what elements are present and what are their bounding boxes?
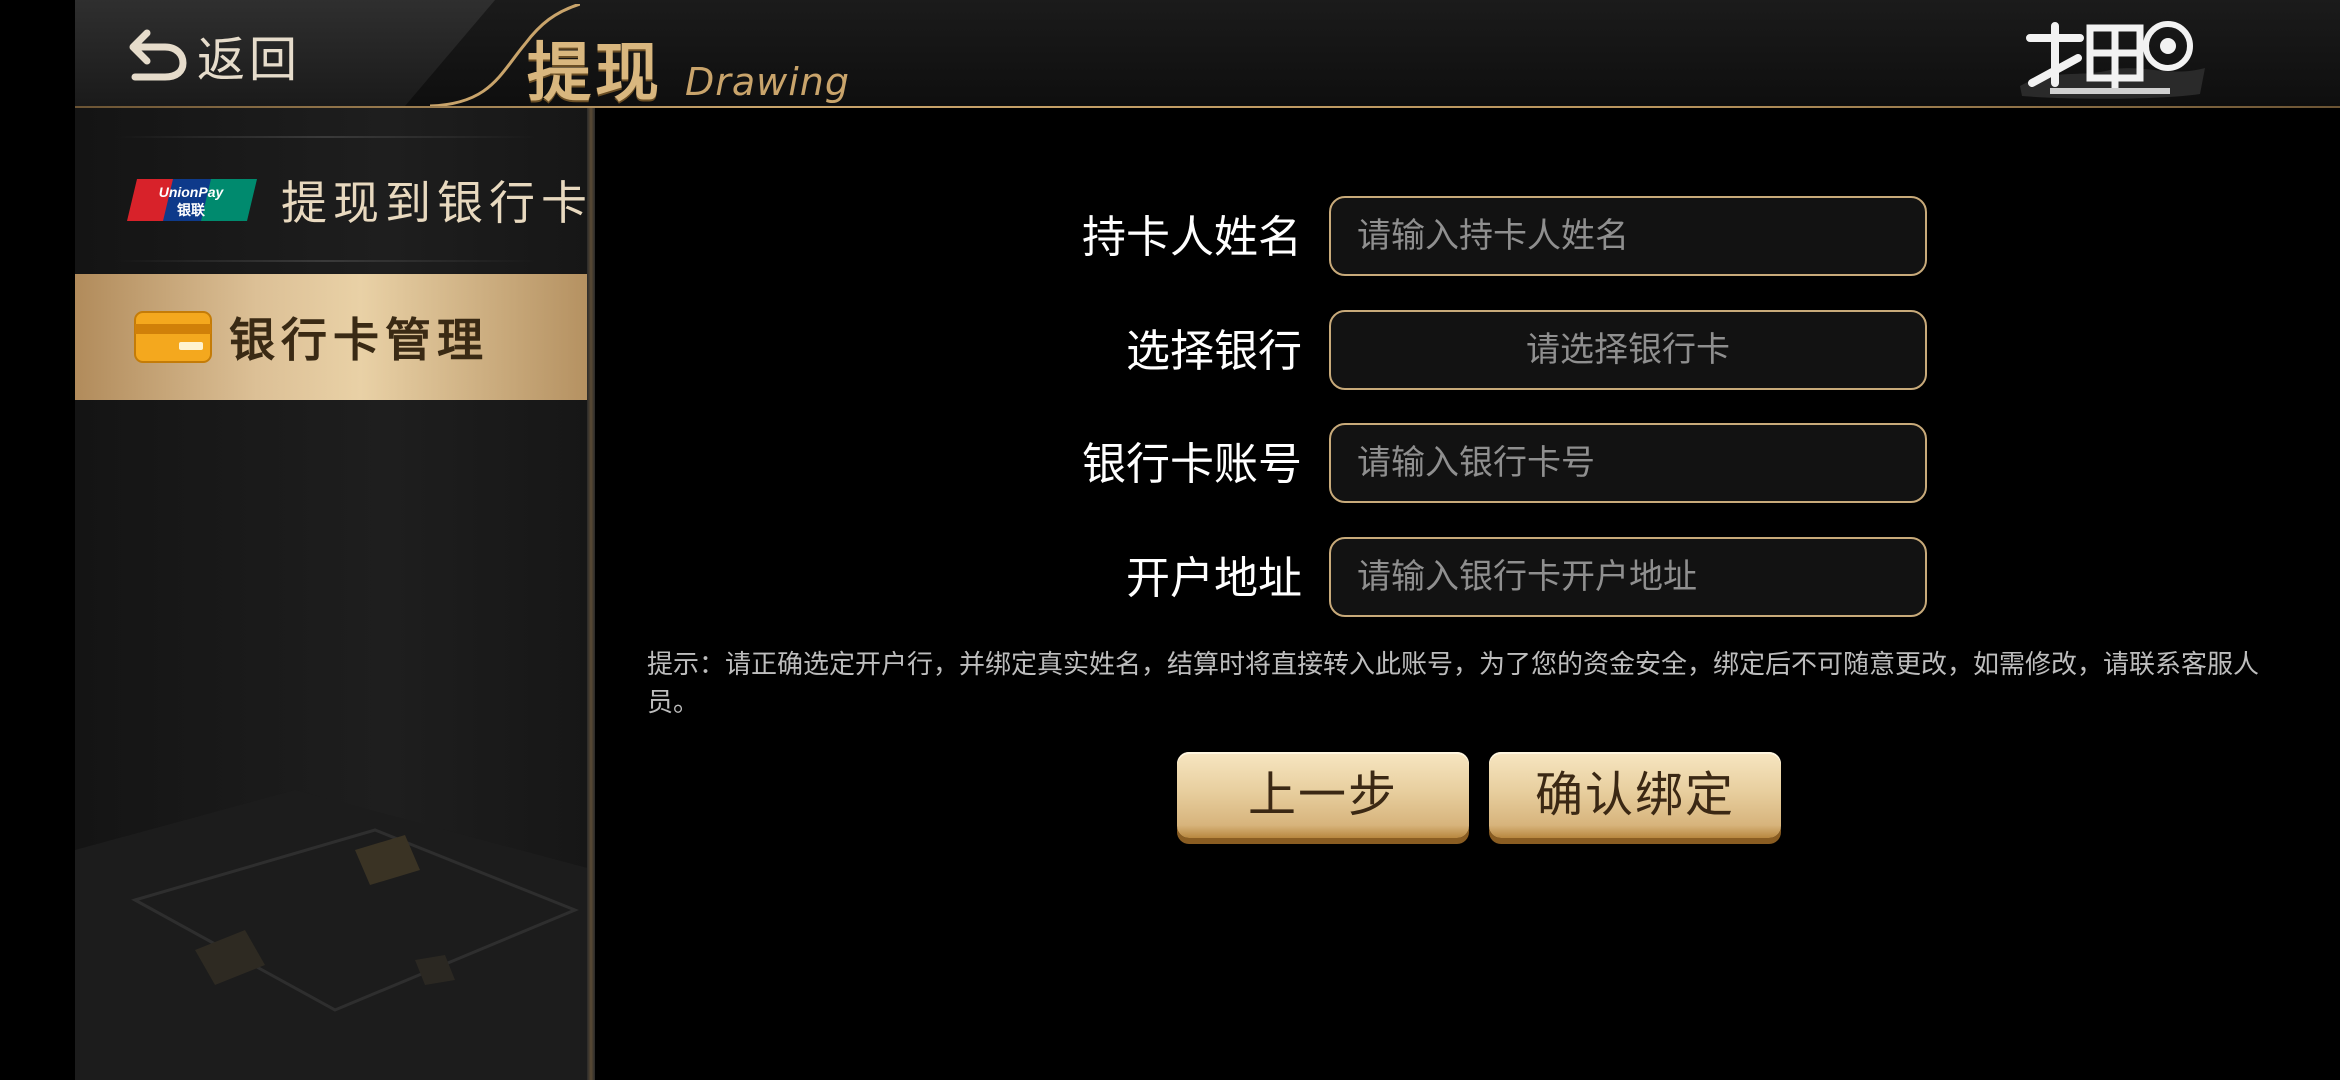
svg-text:银联: 银联: [177, 202, 206, 219]
unionpay-icon: UnionPay 银联: [127, 179, 257, 221]
confirm-bind-button[interactable]: 确认绑定: [1489, 752, 1781, 838]
cardholder-name-input[interactable]: [1329, 196, 1927, 276]
sidebar-decoration: [75, 790, 595, 1080]
card-number-label: 银行卡账号: [1082, 439, 1302, 490]
previous-step-button[interactable]: 上一步: [1177, 752, 1469, 838]
sidebar-divider: [115, 136, 535, 138]
bank-select-label: 选择银行: [1126, 326, 1302, 377]
bank-card-icon: [134, 311, 212, 363]
sidebar-item-card-management[interactable]: 银行卡管理: [75, 274, 595, 400]
sidebar: UnionPay 银联 提现到银行卡 银行卡管理: [75, 108, 595, 1080]
sidebar-item-label: 银行卡管理: [229, 313, 489, 367]
form-row-cardholder: 持卡人姓名: [675, 196, 1930, 280]
hint-text: 提示：请正确选定开户行，并绑定真实姓名，结算时将直接转入此账号，为了您的资金安全…: [647, 650, 2260, 718]
branch-address-input[interactable]: [1329, 537, 1927, 617]
back-label: 返回: [197, 32, 302, 88]
sidebar-item-label: 提现到银行卡: [281, 176, 593, 230]
back-button[interactable]: 返回: [125, 20, 301, 90]
form-row-branch-address: 开户地址: [675, 537, 1930, 621]
page-title-cn: 提现: [527, 37, 663, 111]
header-bar: 返回 提现 Drawing: [75, 0, 2340, 111]
page-title: 提现 Drawing: [527, 22, 850, 114]
form-row-card-number: 银行卡账号: [675, 423, 1930, 507]
svg-text:UnionPay: UnionPay: [159, 184, 225, 200]
form-row-bank: 选择银行 请选择银行卡: [675, 310, 1930, 394]
brand-logo: [2020, 21, 2205, 99]
bank-select[interactable]: 请选择银行卡: [1329, 310, 1927, 390]
sidebar-divider: [115, 260, 535, 262]
card-number-input[interactable]: [1329, 423, 1927, 503]
branch-address-label: 开户地址: [1126, 553, 1302, 604]
app-root: 返回 提现 Drawing UnionPay 银联 提现到银行卡 银行卡管理 持…: [75, 0, 2340, 1080]
sidebar-item-withdraw-to-card[interactable]: UnionPay 银联 提现到银行卡: [75, 140, 595, 260]
back-arrow-icon: [129, 29, 187, 81]
sidebar-edge: [587, 108, 595, 1080]
cardholder-label: 持卡人姓名: [1082, 212, 1302, 263]
page-title-en: Drawing: [685, 60, 851, 104]
